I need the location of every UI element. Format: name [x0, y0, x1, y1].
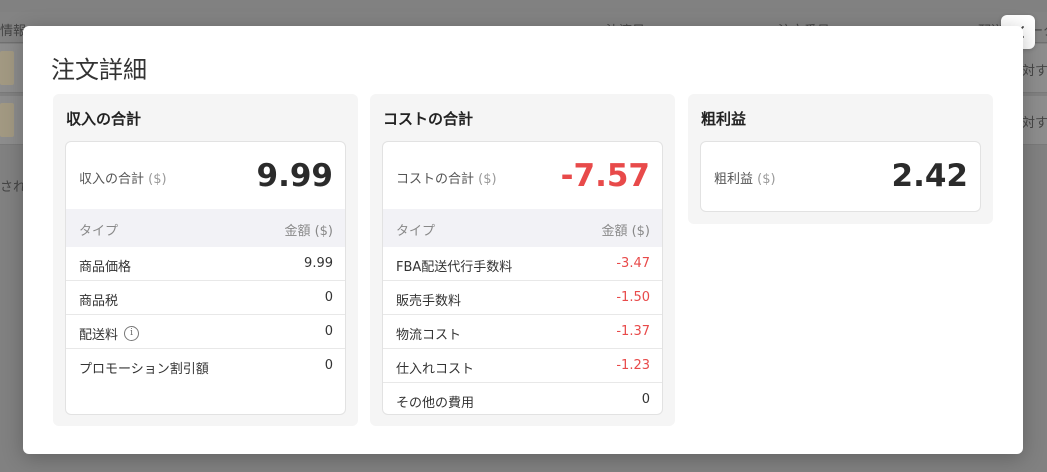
col-type-header: タイプ — [79, 224, 119, 239]
row-value: 0 — [324, 358, 333, 373]
row-label: その他の費用 — [396, 396, 475, 411]
row-label: 配送料 — [79, 328, 119, 343]
table-row: その他の費用 0 — [383, 383, 662, 414]
row-label: 仕入れコスト — [396, 362, 475, 377]
cost-panel-title: コストの合計 — [383, 110, 474, 128]
gross-profit-panel: 粗利益 粗利益 ($) 2.42 — [688, 94, 993, 224]
revenue-summary-label: 収入の合計 ($) — [79, 172, 167, 187]
modal-title: 注文詳細 — [51, 56, 147, 84]
revenue-card: 収入の合計 ($) 9.99 タイプ 金額 ($) 商品価格 9.99 商品税 … — [65, 141, 346, 415]
col-amount-header: 金額 ($) — [284, 224, 333, 239]
row-value: 0 — [324, 290, 333, 305]
cost-total: -7.57 — [560, 158, 650, 194]
table-row: 商品価格 9.99 — [66, 247, 345, 281]
revenue-table-header: タイプ 金額 ($) — [66, 209, 345, 247]
row-label: 物流コスト — [396, 328, 462, 343]
row-value: 0 — [641, 392, 650, 407]
row-value: -1.50 — [616, 290, 650, 305]
row-value: -1.37 — [616, 324, 650, 339]
table-row: FBA配送代行手数料 -3.47 — [383, 247, 662, 281]
order-detail-modal: 注文詳細 収入の合計 収入の合計 ($) 9.99 タイプ 金額 ($) 商品価… — [23, 26, 1023, 454]
revenue-panel: 収入の合計 収入の合計 ($) 9.99 タイプ 金額 ($) 商品価格 9.9… — [53, 94, 358, 426]
row-label: 商品価格 — [79, 260, 132, 275]
row-value: 9.99 — [304, 256, 333, 271]
cost-card: コストの合計 ($) -7.57 タイプ 金額 ($) FBA配送代行手数料 -… — [382, 141, 663, 415]
gross-profit-summary-label: 粗利益 ($) — [714, 172, 776, 187]
row-value: -3.47 — [616, 256, 650, 271]
row-label: 商品税 — [79, 294, 119, 309]
table-row: 販売手数料 -1.50 — [383, 281, 662, 315]
gross-profit-panel-title: 粗利益 — [701, 110, 747, 128]
row-label: FBA配送代行手数料 — [396, 260, 513, 275]
gross-profit-total: 2.42 — [891, 158, 969, 194]
row-value: -1.23 — [616, 358, 650, 373]
revenue-summary: 収入の合計 ($) 9.99 — [66, 142, 345, 209]
cost-panel: コストの合計 コストの合計 ($) -7.57 タイプ 金額 ($) FBA配送… — [370, 94, 675, 426]
table-row: 商品税 0 — [66, 281, 345, 315]
info-icon[interactable]: i — [124, 326, 140, 341]
table-row: 仕入れコスト -1.23 — [383, 349, 662, 383]
cost-table-header: タイプ 金額 ($) — [383, 209, 662, 247]
cost-summary-label: コストの合計 ($) — [396, 172, 497, 187]
row-label: プロモーション割引額 — [79, 362, 209, 377]
col-type-header: タイプ — [396, 224, 436, 239]
row-value: 0 — [324, 324, 333, 339]
cost-summary: コストの合計 ($) -7.57 — [383, 142, 662, 209]
gross-profit-summary: 粗利益 ($) 2.42 — [701, 142, 980, 209]
table-row: 物流コスト -1.37 — [383, 315, 662, 349]
row-label: 販売手数料 — [396, 294, 462, 309]
revenue-panel-title: 収入の合計 — [66, 110, 142, 128]
revenue-total: 9.99 — [256, 158, 334, 194]
table-row: プロモーション割引額 0 — [66, 349, 345, 382]
gross-profit-card: 粗利益 ($) 2.42 — [700, 141, 981, 212]
row-label-wrap: 配送料 i — [79, 324, 140, 343]
col-amount-header: 金額 ($) — [601, 224, 650, 239]
table-row: 配送料 i 0 — [66, 315, 345, 349]
